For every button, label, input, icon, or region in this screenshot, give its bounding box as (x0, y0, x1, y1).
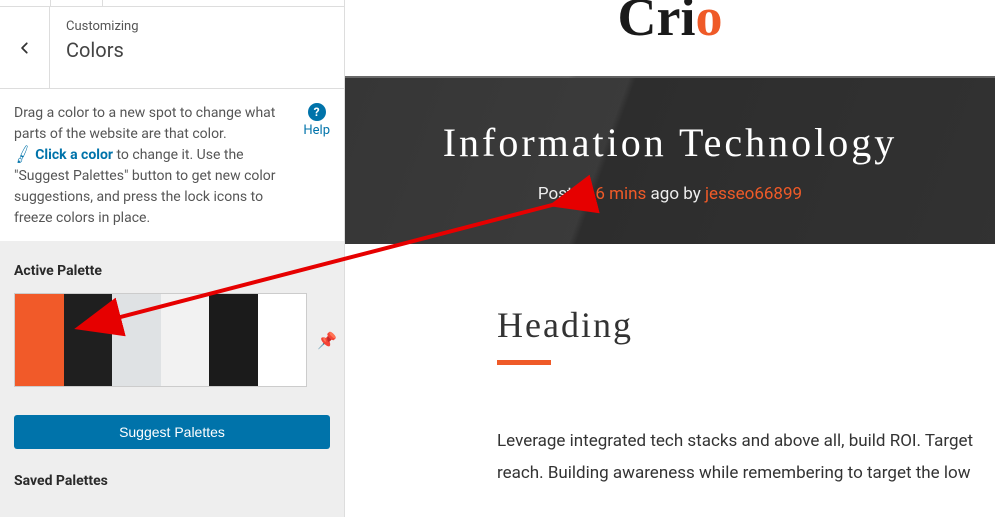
swatch-4[interactable] (161, 294, 210, 386)
description-text: Drag a color to a new spot to change wha… (14, 103, 291, 229)
suggest-palettes-button[interactable]: Suggest Palettes (14, 415, 330, 449)
preview-pane: Crio Information Technology Posted 6 min… (345, 0, 995, 517)
section-title: Colors (66, 38, 328, 62)
site-logo[interactable]: Crio (618, 0, 723, 44)
swatch-3[interactable] (112, 294, 161, 386)
active-palette-label: Active Palette (14, 263, 330, 279)
meta-posted: Posted (538, 184, 595, 204)
hero-banner: Information Technology Posted 6 mins ago… (345, 76, 995, 244)
palette-swatches (14, 293, 307, 387)
customizing-label: Customizing (66, 19, 328, 34)
top-strip (0, 0, 344, 7)
hero-title: Information Technology (443, 119, 898, 166)
brush-icon: 🖌 (11, 143, 35, 169)
hero-meta: Posted 6 mins ago by jesseo66899 (538, 184, 802, 204)
swatch-2[interactable] (64, 294, 113, 386)
meta-ago-by: ago by (646, 184, 705, 204)
meta-author[interactable]: jesseo66899 (705, 184, 802, 204)
help-link[interactable]: ? Help (303, 103, 330, 229)
chevron-left-icon (18, 41, 32, 55)
desc-line1: Drag a color to a new spot to change wha… (14, 105, 275, 142)
back-button[interactable] (0, 7, 50, 88)
meta-time[interactable]: 6 mins (595, 184, 646, 204)
pin-icon[interactable]: 📌 (317, 331, 337, 350)
content-heading: Heading (497, 304, 995, 346)
help-label: Help (303, 123, 330, 138)
customizer-header: Customizing Colors (0, 7, 344, 89)
swatch-5[interactable] (209, 294, 258, 386)
help-icon: ? (308, 103, 326, 121)
swatch-1[interactable] (15, 294, 64, 386)
saved-palettes-label: Saved Palettes (0, 449, 344, 489)
logo-bar: Crio (345, 0, 995, 76)
logo-text: Cri (618, 0, 696, 47)
logo-accent: o (695, 0, 722, 47)
body-text: Leverage integrated tech stacks and abov… (497, 425, 995, 490)
swatch-6[interactable] (258, 294, 307, 386)
click-a-color-link[interactable]: Click a color (35, 147, 113, 163)
heading-underline (497, 360, 551, 365)
